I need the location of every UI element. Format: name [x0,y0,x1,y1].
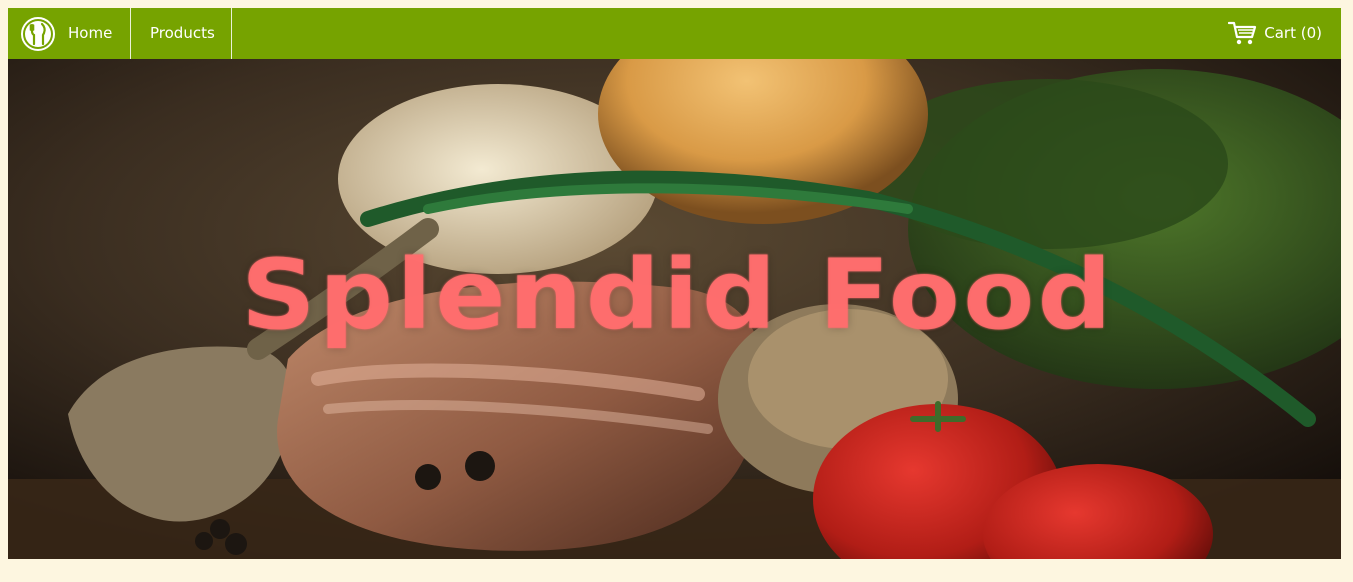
nav-home-link[interactable]: Home [68,8,112,59]
nav-divider [231,8,232,59]
utensils-icon[interactable] [20,16,56,52]
hero-title: Splendid Food [240,239,1116,351]
shopping-cart-icon[interactable] [1227,20,1257,46]
cart-link[interactable]: Cart (0) [1264,8,1322,59]
nav-products-link[interactable]: Products [150,8,215,59]
nav-divider [130,8,131,59]
hero-banner: Splendid Food [8,59,1341,559]
top-navbar: Home Products Cart (0) [8,8,1341,59]
page: Home Products Cart (0) Splendid Food [8,8,1341,559]
